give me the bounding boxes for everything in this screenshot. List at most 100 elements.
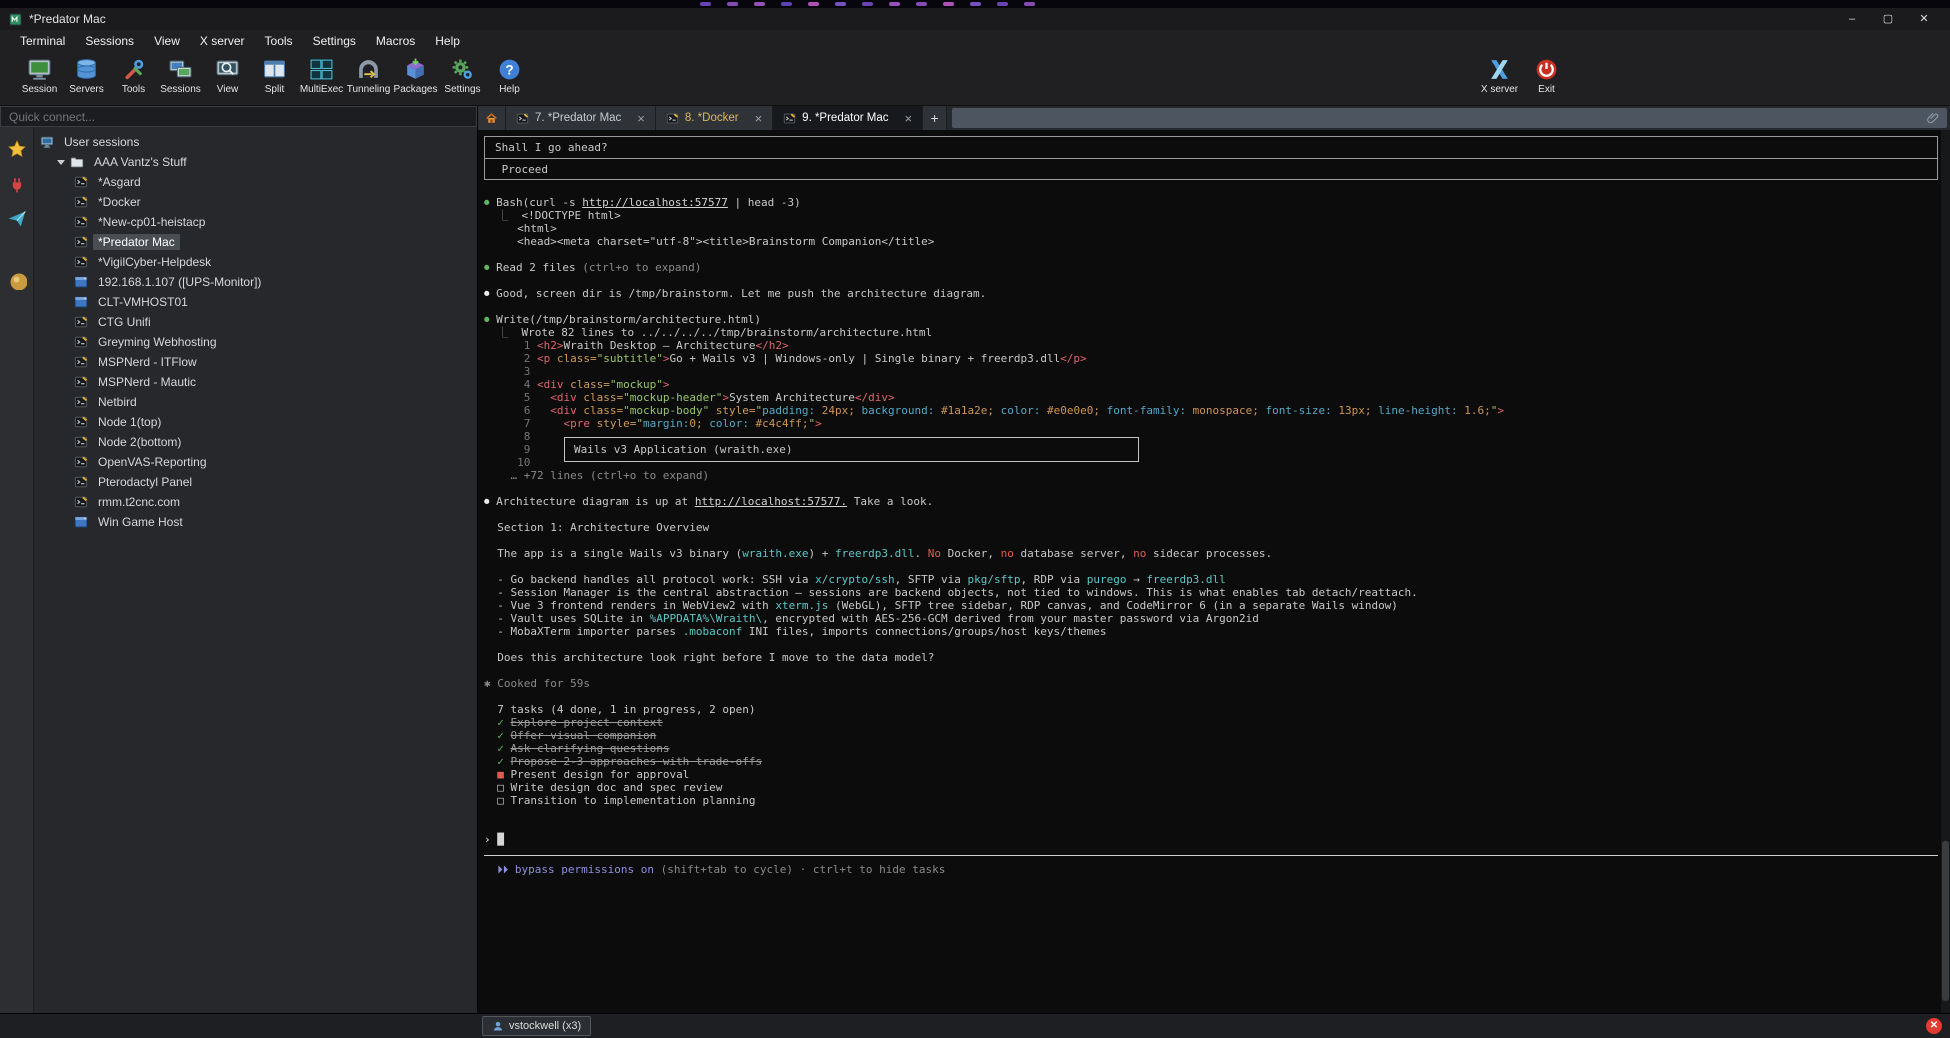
terminal-text: ": [636, 417, 643, 430]
menu-settings[interactable]: Settings: [303, 30, 366, 52]
permission-question: Shall I go ahead?: [485, 137, 1937, 158]
terminal-link[interactable]: http://localhost:57577: [582, 196, 728, 209]
tab-8-docker[interactable]: 8. *Docker ×: [656, 106, 773, 130]
tree-item-clt-vmhost01[interactable]: CLT-VMHOST01: [34, 292, 477, 312]
terminal-text: "mockup-header": [623, 391, 722, 404]
sidebar-star-icon[interactable]: [7, 139, 27, 159]
tree-item-greyming-webhosting[interactable]: Greyming Webhosting: [34, 332, 477, 352]
status-close-button[interactable]: ✕: [1926, 1018, 1942, 1034]
toolbar-exit-button[interactable]: Exit: [1523, 55, 1570, 95]
terminal-text: Cooked for 59s: [497, 677, 590, 690]
tree-item-docker[interactable]: *Docker: [34, 192, 477, 212]
terminal[interactable]: Shall I go ahead? Proceed⏺ Bash(curl -s …: [478, 130, 1950, 1013]
menu-bar: TerminalSessionsViewX serverToolsSetting…: [0, 30, 1950, 52]
sidebar-ball-icon[interactable]: [7, 270, 27, 290]
toolbar-multiexec-button[interactable]: MultiExec: [298, 55, 345, 95]
tab-close-icon[interactable]: ×: [755, 111, 763, 126]
menu-help[interactable]: Help: [425, 30, 470, 52]
toolbar-session-button[interactable]: Session: [16, 55, 63, 95]
maximize-button[interactable]: ▢: [1870, 8, 1906, 30]
tree-item-openvas-reporting[interactable]: OpenVAS-Reporting: [34, 452, 477, 472]
tree-item-new-cp01-heistacp[interactable]: *New-cp01-heistacp: [34, 212, 477, 232]
terminal-line: 3: [484, 365, 1938, 378]
terminal-text: System Architecture: [729, 391, 855, 404]
toolbar-split-button[interactable]: Split: [251, 55, 298, 95]
terminal-text: 13px;: [1332, 404, 1372, 417]
tree-item-node-2-bottom[interactable]: Node 2(bottom): [34, 432, 477, 452]
terminal-line: [484, 807, 1938, 820]
toolbar-sessions-button[interactable]: Sessions: [157, 55, 204, 95]
tree-item-predator-mac[interactable]: *Predator Mac: [34, 232, 477, 252]
tree-item-label: Pterodactyl Panel: [93, 474, 197, 490]
toolbar-tunneling-button[interactable]: Tunneling: [345, 55, 392, 95]
scrollbar-thumb[interactable]: [1942, 841, 1949, 1001]
terminal-text: ⏵⏵: [484, 863, 515, 876]
tab-7-predator-mac[interactable]: 7. *Predator Mac×: [506, 106, 656, 130]
terminal-line: - Go backend handles all protocol work: …: [484, 573, 1938, 586]
ssh-icon: [74, 455, 88, 469]
terminal-tab-icon: [666, 112, 679, 125]
toolbar-view-button[interactable]: View: [204, 55, 251, 95]
toolbar-packages-button[interactable]: Packages: [392, 55, 439, 95]
toolbar-xserver-button[interactable]: X server: [1476, 55, 1523, 95]
prompt-input[interactable]: › █: [484, 833, 1938, 856]
tree-item-user-sessions[interactable]: User sessions: [34, 132, 477, 152]
tab-close-icon[interactable]: ×: [904, 111, 912, 126]
tab-label: 8. *Docker: [685, 112, 739, 124]
terminal-text: ✓: [484, 755, 511, 768]
terminal-link[interactable]: http://localhost:57577.: [695, 495, 847, 508]
quick-connect-input[interactable]: [0, 106, 477, 127]
tree-item-netbird[interactable]: Netbird: [34, 392, 477, 412]
sidebar-plane-icon[interactable]: [7, 209, 27, 229]
toolbar-servers-button[interactable]: Servers: [63, 55, 110, 95]
tree-item-rmm-t2cnc-com[interactable]: rmm.t2cnc.com: [34, 492, 477, 512]
tab-home[interactable]: [478, 106, 506, 130]
tree-item-label: Win Game Host: [93, 514, 188, 530]
menu-tools[interactable]: Tools: [255, 30, 303, 52]
close-button[interactable]: ✕: [1906, 8, 1942, 30]
tree-item-asgard[interactable]: *Asgard: [34, 172, 477, 192]
paperclip-icon[interactable]: [1926, 111, 1940, 125]
terminal-text: Take a look.: [847, 495, 933, 508]
tree-item-win-game-host[interactable]: Win Game Host: [34, 512, 477, 532]
permission-option-proceed[interactable]: Proceed: [485, 158, 1937, 179]
tree-item-mspnerd-mautic[interactable]: MSPNerd - Mautic: [34, 372, 477, 392]
tree-item-node-1-top[interactable]: Node 1(top): [34, 412, 477, 432]
terminal-text: Transition to implementation planning: [511, 794, 756, 807]
tree-item-192-168-1-107-ups-monitor[interactable]: 192.168.1.107 ([UPS-Monitor]): [34, 272, 477, 292]
app-icon: [8, 12, 23, 27]
menu-view[interactable]: View: [144, 30, 190, 52]
terminal-text: ✱: [484, 677, 497, 690]
menu-macros[interactable]: Macros: [366, 30, 425, 52]
terminal-content: Shall I go ahead? Proceed⏺ Bash(curl -s …: [484, 136, 1938, 876]
toolbar-tools-button[interactable]: Tools: [110, 55, 157, 95]
minimize-button[interactable]: –: [1834, 8, 1870, 30]
terminal-text: - MobaXTerm importer parses: [484, 625, 683, 638]
tree-item-label: 192.168.1.107 ([UPS-Monitor]): [93, 274, 266, 290]
status-session-button[interactable]: vstockwell (x3): [482, 1016, 591, 1036]
tree-item-mspnerd-itflow[interactable]: MSPNerd - ITFlow: [34, 352, 477, 372]
sidebar-plug-icon[interactable]: [7, 174, 27, 194]
toolbar-help-button[interactable]: ?Help: [486, 55, 533, 95]
menu-terminal[interactable]: Terminal: [10, 30, 75, 52]
tree-item-pterodactyl-panel[interactable]: Pterodactyl Panel: [34, 472, 477, 492]
terminal-text: 7 tasks (4 done, 1 in progress, 2 open): [484, 703, 756, 716]
tab-9-predator-mac[interactable]: 9. *Predator Mac×: [773, 106, 923, 130]
tree-item-label: *Predator Mac: [93, 234, 180, 250]
computer-icon: [40, 135, 54, 149]
menu-x-server[interactable]: X server: [190, 30, 255, 52]
terminal-line: 1 <h2>Wraith Desktop — Architecture</h2>: [484, 339, 1938, 352]
menu-sessions[interactable]: Sessions: [75, 30, 144, 52]
tree-item-vigilcyber-helpdesk[interactable]: *VigilCyber-Helpdesk: [34, 252, 477, 272]
status-session-label: vstockwell (x3): [509, 1020, 581, 1032]
sidebar: User sessionsAAA Vantz's Stuff*Asgard*Do…: [0, 106, 478, 1013]
tree-item-aaa-vantz-s-stuff[interactable]: AAA Vantz's Stuff: [34, 152, 477, 172]
new-tab-button[interactable]: +: [923, 106, 947, 130]
tree-item-ctg-unifi[interactable]: CTG Unifi: [34, 312, 477, 332]
tab-close-icon[interactable]: ×: [637, 111, 645, 126]
toolbar-settings-button[interactable]: Settings: [439, 55, 486, 95]
chevron-down-icon[interactable]: [57, 160, 65, 165]
terminal-scrollbar[interactable]: [1941, 130, 1950, 1013]
terminal-text: class=: [550, 352, 596, 365]
terminal-text: ■: [484, 768, 511, 781]
